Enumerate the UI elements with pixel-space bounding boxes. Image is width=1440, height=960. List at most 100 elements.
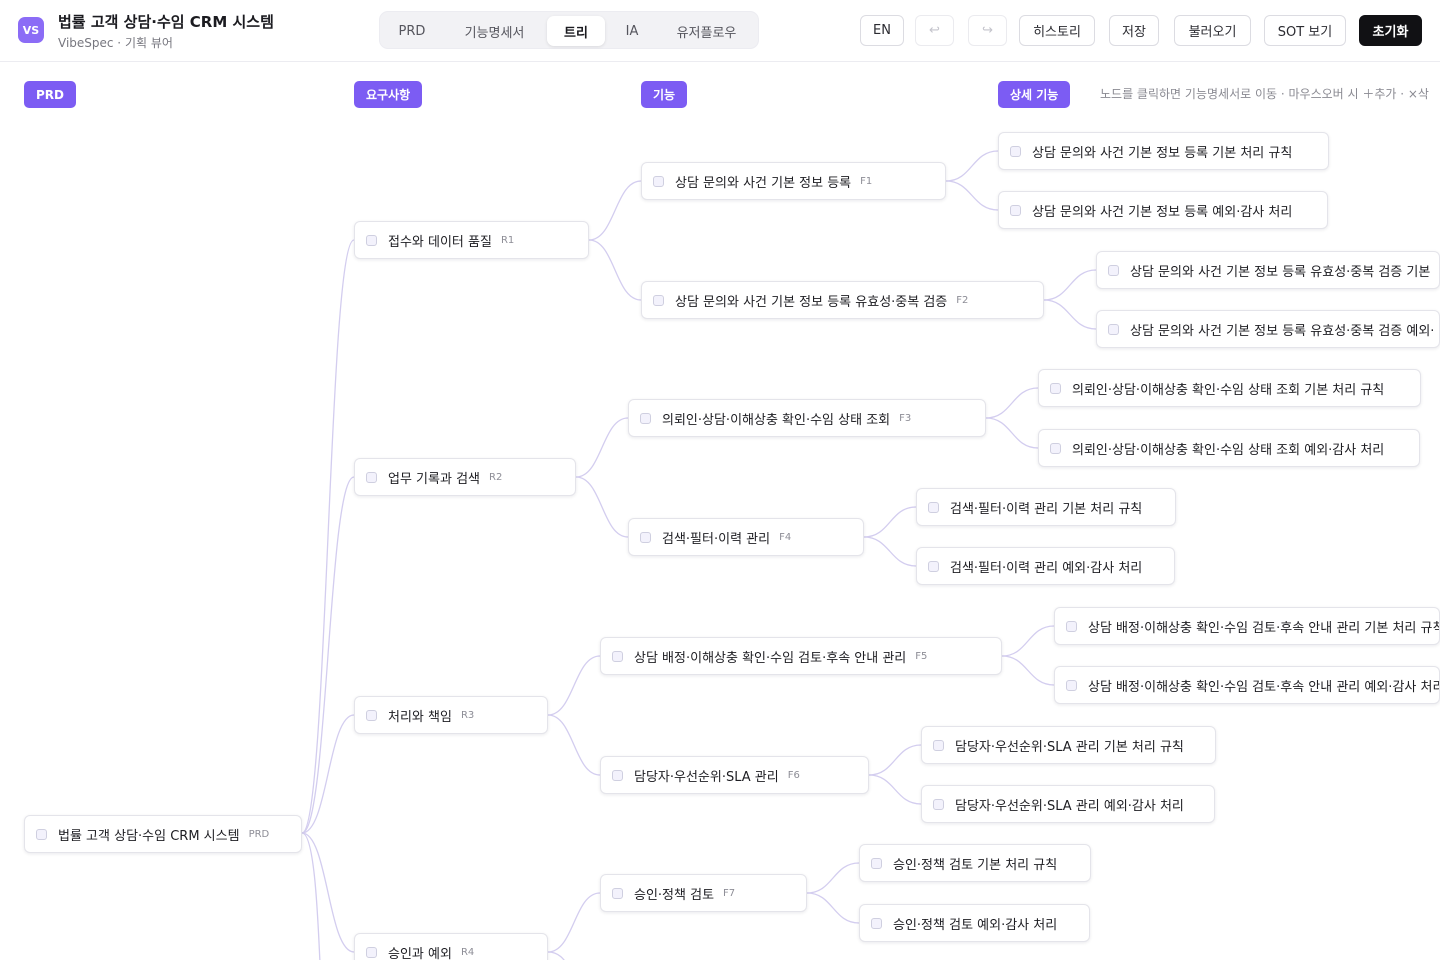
node-checkbox[interactable]	[366, 946, 377, 958]
node-label: 상담 문의와 사건 기본 정보 등록 유효성·중복 검증 예외·	[1130, 323, 1435, 339]
node-checkbox[interactable]	[612, 650, 623, 662]
node-checkbox[interactable]	[366, 471, 377, 483]
edge-f6-d11	[868, 744, 922, 776]
app-title: 법률 고객 상담·수임 CRM 시스템	[58, 13, 274, 31]
node-code: F7	[723, 887, 736, 899]
tab-ia[interactable]: IA	[613, 16, 651, 46]
column-header-details: 상세 기능	[998, 81, 1071, 108]
node-checkbox[interactable]	[1010, 145, 1021, 157]
edge-f3-d6	[985, 417, 1039, 449]
tree-node-detail[interactable]: 상담 배정·이해상충 확인·수임 검토·후속 안내 관리 예외·감사 처리	[1054, 666, 1440, 704]
tree-node-requirement[interactable]: 승인과 예외 R4	[354, 933, 548, 960]
edge-r1-f2	[588, 239, 642, 301]
node-label: 승인·정책 검토	[634, 887, 715, 903]
edge-root-r3	[301, 714, 355, 834]
tree-node-detail[interactable]: 담당자·우선순위·SLA 관리 기본 처리 규칙	[921, 726, 1216, 764]
node-checkbox[interactable]	[640, 412, 651, 424]
reset-button[interactable]: 초기화	[1359, 15, 1422, 46]
tree-node-detail[interactable]: 승인·정책 검토 기본 처리 규칙	[859, 844, 1091, 882]
node-label: 승인과 예외	[388, 946, 452, 960]
app-logo: VS	[18, 17, 44, 43]
node-checkbox[interactable]	[928, 501, 939, 513]
node-checkbox[interactable]	[1010, 204, 1021, 216]
redo-icon: ↪	[982, 23, 993, 38]
node-checkbox[interactable]	[36, 828, 47, 840]
node-checkbox[interactable]	[871, 917, 882, 929]
tree-node-feature[interactable]: 검색·필터·이력 관리 F4	[628, 518, 864, 556]
tree-node-requirement[interactable]: 처리와 책임 R3	[354, 696, 548, 734]
tree-node-detail[interactable]: 상담 문의와 사건 기본 정보 등록 예외·감사 처리	[998, 191, 1328, 229]
node-checkbox[interactable]	[612, 887, 623, 899]
save-button[interactable]: 저장	[1109, 15, 1159, 46]
node-checkbox[interactable]	[1050, 442, 1061, 454]
node-checkbox[interactable]	[1108, 323, 1119, 335]
tree-node-detail[interactable]: 검색·필터·이력 관리 예외·감사 처리	[916, 547, 1175, 585]
edge-root-r4	[301, 832, 355, 953]
node-checkbox[interactable]	[653, 294, 664, 306]
node-label: 상담 문의와 사건 기본 정보 등록 기본 처리 규칙	[1032, 145, 1293, 161]
tree-node-detail[interactable]: 검색·필터·이력 관리 기본 처리 규칙	[916, 488, 1176, 526]
node-checkbox[interactable]	[1050, 382, 1061, 394]
node-label: 상담 배정·이해상충 확인·수임 검토·후속 안내 관리 예외·감사 처리	[1088, 679, 1440, 695]
node-checkbox[interactable]	[612, 769, 623, 781]
node-label: 담당자·우선순위·SLA 관리 기본 처리 규칙	[955, 739, 1184, 755]
sot-view-button[interactable]: SOT 보기	[1264, 15, 1346, 46]
node-checkbox[interactable]	[933, 739, 944, 751]
tree-node-detail[interactable]: 의뢰인·상담·이해상충 확인·수임 상태 조회 예외·감사 처리	[1038, 429, 1420, 467]
edge-r3-f6	[547, 714, 601, 776]
tree-node-detail[interactable]: 의뢰인·상담·이해상충 확인·수임 상태 조회 기본 처리 규칙	[1038, 369, 1421, 407]
tab-spec[interactable]: 기능명세서	[450, 16, 539, 46]
tree-node-detail[interactable]: 승인·정책 검토 예외·감사 처리	[859, 904, 1090, 942]
edge-f3-d5	[985, 387, 1039, 419]
language-toggle-button[interactable]: EN	[860, 15, 904, 46]
column-header-prd: PRD	[24, 81, 76, 108]
undo-icon: ↩	[929, 23, 940, 38]
node-label: 상담 문의와 사건 기본 정보 등록 유효성·중복 검증	[675, 294, 948, 310]
edge-r4-f7	[547, 892, 601, 953]
redo-button[interactable]: ↪	[968, 15, 1007, 46]
node-code: R4	[460, 946, 475, 958]
node-checkbox[interactable]	[1108, 264, 1119, 276]
tab-prd[interactable]: PRD	[386, 16, 438, 46]
node-label: 의뢰인·상담·이해상충 확인·수임 상태 조회 기본 처리 규칙	[1072, 382, 1385, 398]
node-checkbox[interactable]	[933, 798, 944, 810]
tree-node-feature[interactable]: 상담 문의와 사건 기본 정보 등록 유효성·중복 검증 F2	[641, 281, 1044, 319]
node-label: 의뢰인·상담·이해상충 확인·수임 상태 조회	[662, 412, 891, 428]
edge-f7-d14	[806, 892, 860, 924]
canvas-hint: 노드를 클릭하면 기능명세서로 이동 · 마우스오버 시 ＋추가 · ×삭	[1100, 87, 1429, 101]
tree-node-feature[interactable]: 상담 배정·이해상충 확인·수임 검토·후속 안내 관리 F5	[600, 637, 1002, 675]
node-checkbox[interactable]	[1066, 679, 1077, 691]
tree-node-requirement[interactable]: 업무 기록과 검색 R2	[354, 458, 576, 496]
node-label: 담당자·우선순위·SLA 관리 예외·감사 처리	[955, 798, 1184, 814]
history-button[interactable]: 히스토리	[1019, 15, 1095, 46]
node-label: 업무 기록과 검색	[388, 471, 480, 487]
node-checkbox[interactable]	[366, 709, 377, 721]
tree-node-root[interactable]: 법률 고객 상담·수임 CRM 시스템 PRD	[24, 815, 302, 853]
node-checkbox[interactable]	[640, 531, 651, 543]
tab-userflow[interactable]: 유저플로우	[661, 16, 752, 46]
tree-node-feature[interactable]: 의뢰인·상담·이해상충 확인·수임 상태 조회 F3	[628, 399, 986, 437]
node-checkbox[interactable]	[653, 175, 664, 187]
tree-node-detail[interactable]: 담당자·우선순위·SLA 관리 예외·감사 처리	[921, 785, 1215, 823]
edge-f6-d12	[868, 774, 922, 805]
tree-node-feature[interactable]: 담당자·우선순위·SLA 관리 F6	[600, 756, 869, 794]
load-button[interactable]: 불러오기	[1174, 15, 1251, 46]
tree-node-feature[interactable]: 상담 문의와 사건 기본 정보 등록 F1	[641, 162, 946, 200]
tab-tree[interactable]: 트리	[547, 16, 605, 46]
tree-node-requirement[interactable]: 접수와 데이터 품질 R1	[354, 221, 589, 259]
tree-node-detail[interactable]: 상담 문의와 사건 기본 정보 등록 유효성·중복 검증 기본	[1096, 251, 1440, 289]
edge-f1-d1	[945, 150, 999, 182]
edge-f2-d3	[1043, 269, 1097, 301]
node-checkbox[interactable]	[871, 857, 882, 869]
tree-node-detail[interactable]: 상담 배정·이해상충 확인·수임 검토·후속 안내 관리 기본 처리 규칙	[1054, 607, 1440, 645]
node-checkbox[interactable]	[366, 234, 377, 246]
tree-node-feature[interactable]: 승인·정책 검토 F7	[600, 874, 807, 912]
node-checkbox[interactable]	[1066, 620, 1077, 632]
tree-canvas[interactable]: PRD 요구사항 기능 상세 기능 노드를 클릭하면 기능명세서로 이동 · 마…	[0, 63, 1440, 960]
node-checkbox[interactable]	[928, 560, 939, 572]
undo-button[interactable]: ↩	[915, 15, 954, 46]
edge-root-r1	[301, 239, 355, 834]
tree-node-detail[interactable]: 상담 문의와 사건 기본 정보 등록 유효성·중복 검증 예외·	[1096, 310, 1440, 348]
column-header-features: 기능	[641, 81, 688, 108]
tree-node-detail[interactable]: 상담 문의와 사건 기본 정보 등록 기본 처리 규칙	[998, 132, 1329, 170]
